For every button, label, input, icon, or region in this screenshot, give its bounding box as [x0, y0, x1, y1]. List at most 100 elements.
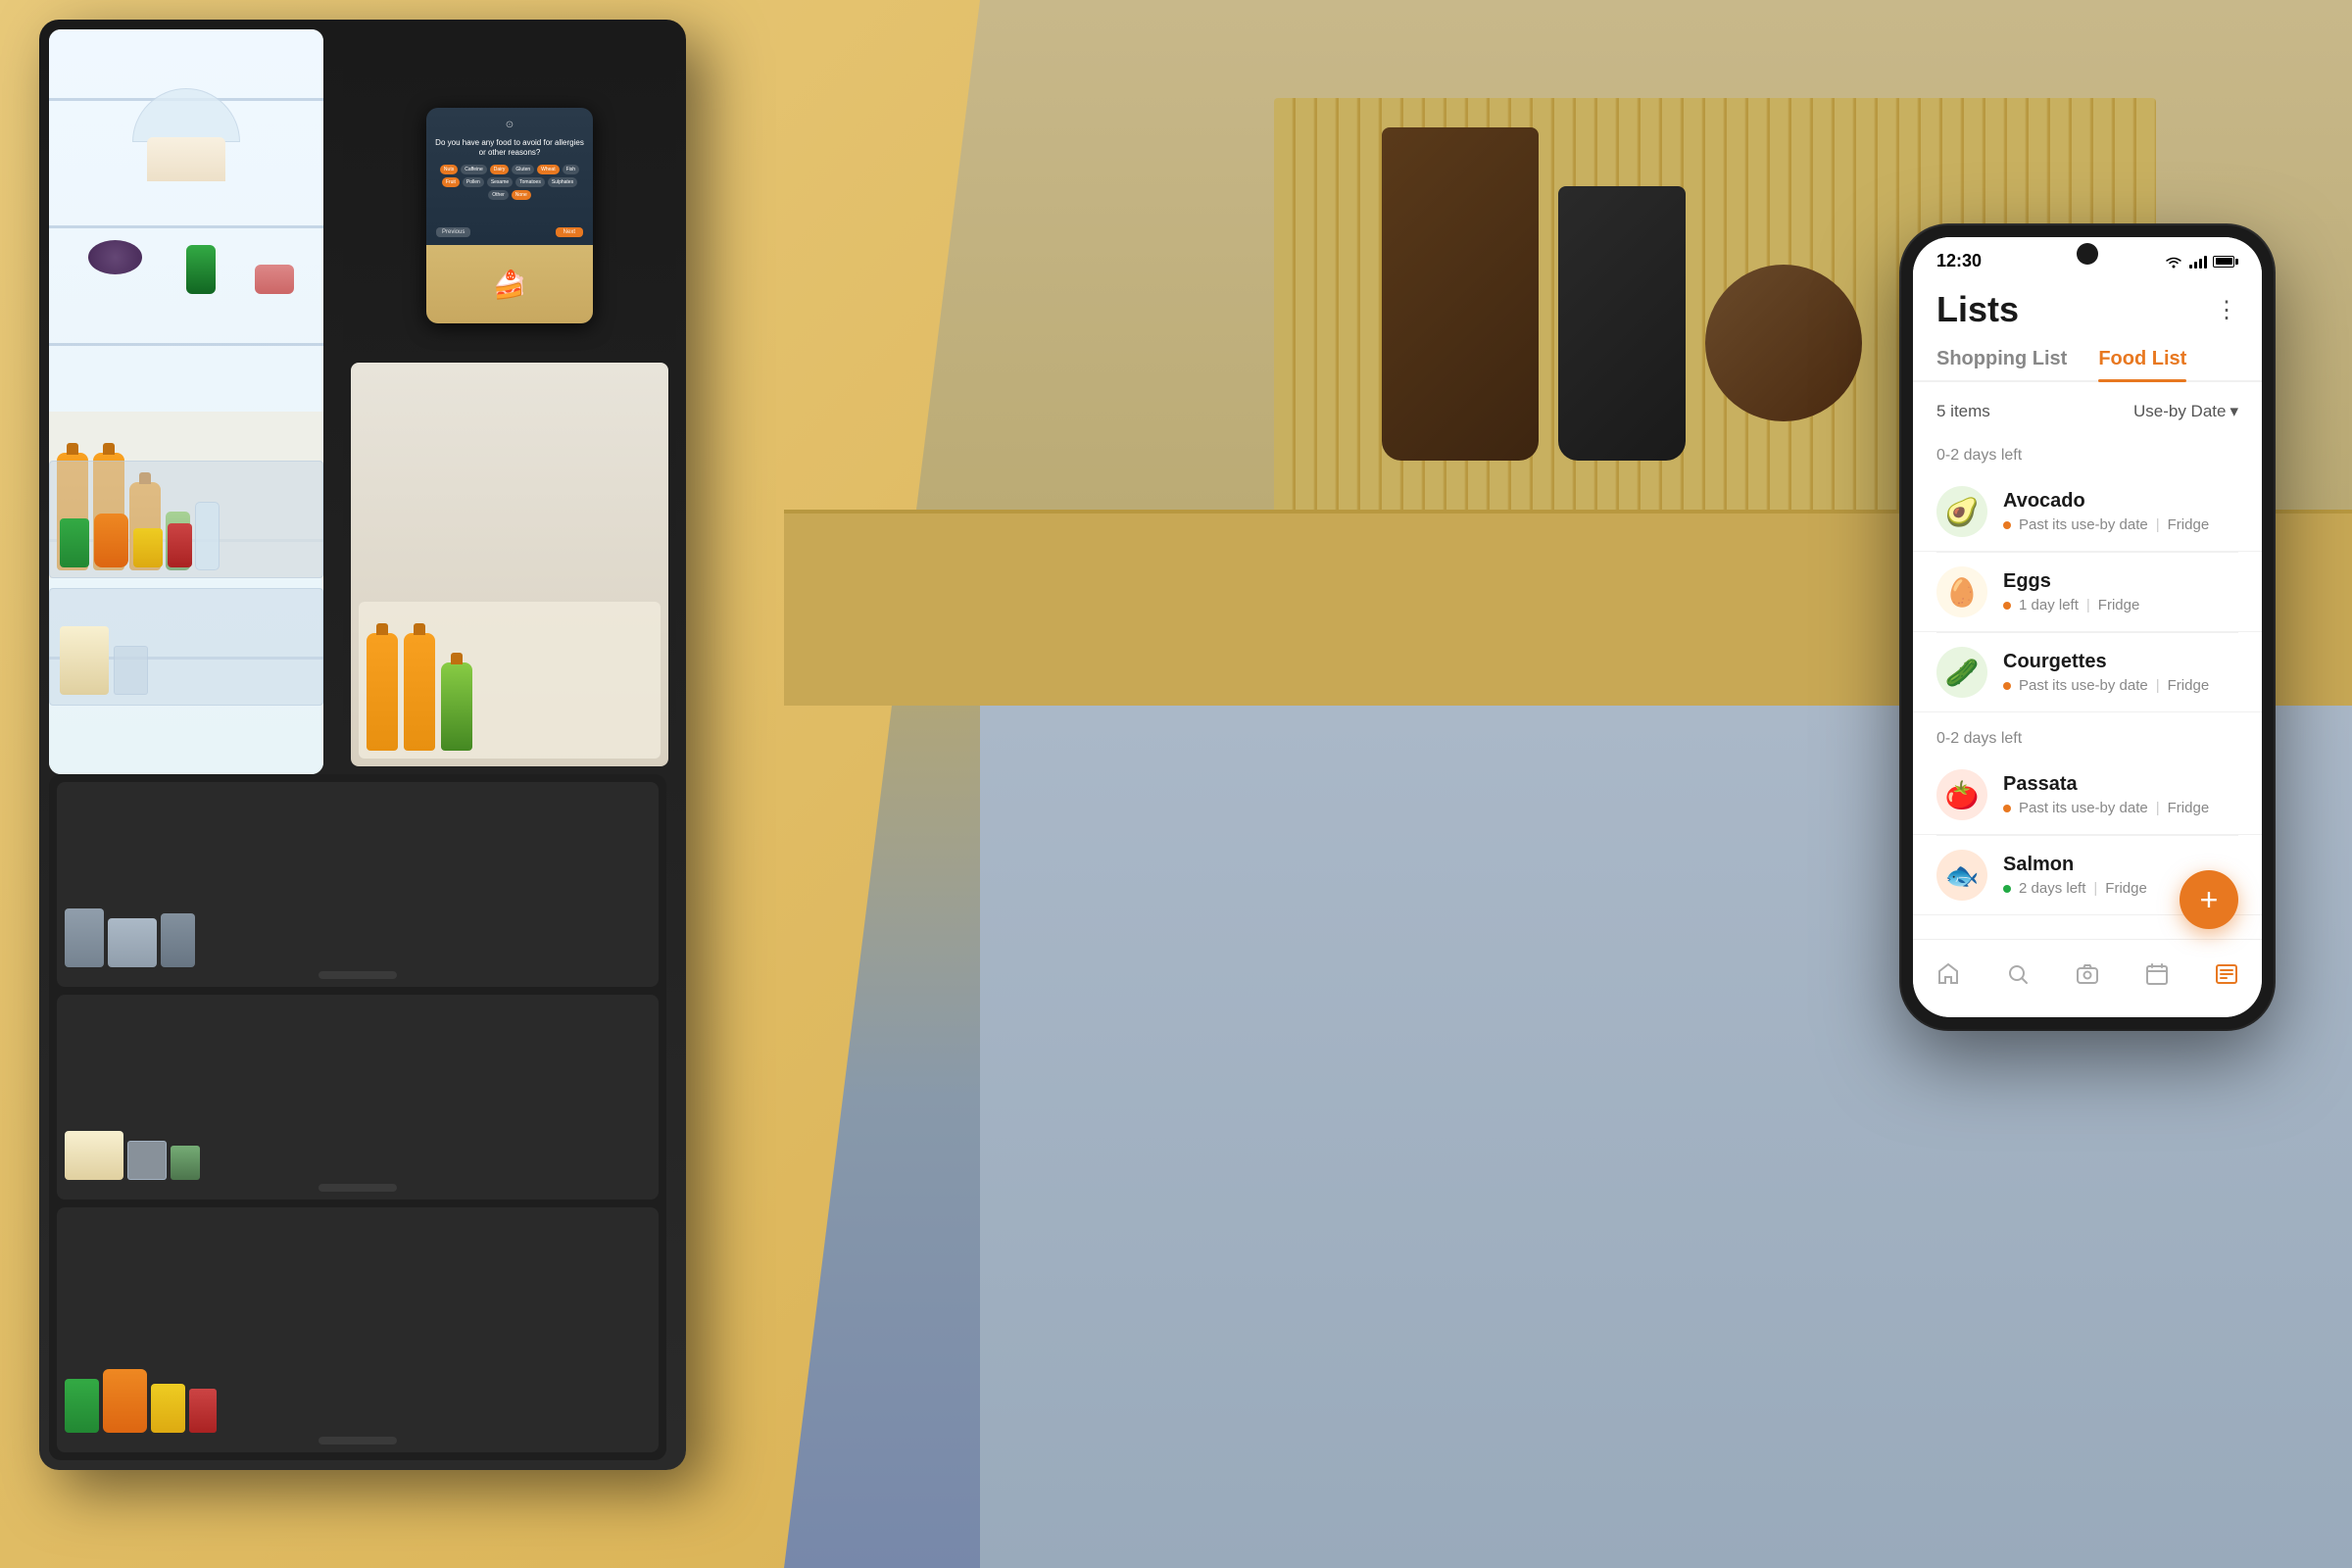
food-item-passata[interactable]: 🍅 Passata Past its use-by date | Fridge: [1913, 756, 2262, 835]
phone-device: 12:30: [1901, 225, 2274, 1029]
allergy-pill-dairy[interactable]: Dairy: [490, 165, 510, 174]
separator-3: |: [2156, 677, 2160, 694]
nav-home[interactable]: [1935, 960, 1962, 988]
cutting-board-round: [1705, 265, 1862, 421]
drawer-food-1: [50, 462, 322, 577]
fridge-right-interior: [351, 363, 668, 766]
allergy-pill-gluten[interactable]: Gluten: [512, 165, 534, 174]
tab-shopping-list[interactable]: Shopping List: [1936, 338, 2067, 380]
search-icon: [2004, 960, 2032, 988]
section-1-label: 0-2 days left: [1913, 437, 2262, 472]
nav-list[interactable]: [2213, 960, 2240, 988]
eggs-location: Fridge: [2098, 597, 2140, 613]
frozen-veg-2: [103, 1369, 147, 1433]
fridge-allergy-question: Do you have any food to avoid for allerg…: [434, 138, 585, 159]
right-bottle-shelf: [359, 602, 661, 759]
frozen-veg-4: [189, 1389, 217, 1433]
food-item-courgettes[interactable]: 🥒 Courgettes Past its use-by date | Frid…: [1913, 633, 2262, 712]
fridge-previous-btn[interactable]: Previous: [436, 227, 470, 237]
cake-stand: [147, 137, 225, 181]
drawer-handle-1: [318, 971, 397, 979]
allergy-pill-fruit[interactable]: Fruit: [442, 177, 460, 187]
avocado-icon: 🥑: [1936, 486, 1987, 537]
eggs-meta: 1 day left | Fridge: [2003, 597, 2238, 613]
chevron-down-icon: ▾: [2230, 402, 2238, 421]
allergy-pill-wheat[interactable]: Wheat: [537, 165, 559, 174]
fridge-display-screen[interactable]: ⊙ Do you have any food to avoid for alle…: [426, 108, 593, 323]
freezer-drawer-2[interactable]: [57, 995, 659, 1200]
more-options-button[interactable]: ⋮: [2215, 296, 2238, 324]
allergy-pill-tomatoes[interactable]: Tomatoes: [515, 177, 545, 187]
phone-wrapper: 12:30: [1901, 225, 2274, 1499]
fridge-screen-nav: Previous Next: [426, 227, 593, 237]
green-jar: [186, 245, 216, 294]
wifi-icon: [2164, 255, 2183, 269]
pink-food: [255, 265, 294, 294]
fridge-food-image: 🍰: [426, 245, 593, 323]
courgettes-status-dot: [2003, 682, 2011, 690]
allergy-pill-sulphates[interactable]: Sulphates: [548, 177, 577, 187]
allergy-pill-fish[interactable]: Fish: [563, 165, 579, 174]
fridge-right-door: ⊙ Do you have any food to avoid for alle…: [343, 29, 676, 774]
sort-button[interactable]: Use-by Date ▾: [2133, 402, 2238, 421]
courgettes-name: Courgettes: [2003, 651, 2238, 673]
list-icon: [2213, 960, 2240, 988]
allergy-pill-sesame[interactable]: Sesame: [487, 177, 513, 187]
courgettes-status: Past its use-by date: [2019, 677, 2148, 694]
freezer-drawer-3[interactable]: [57, 1207, 659, 1453]
avocado-info: Avocado Past its use-by date | Fridge: [2003, 490, 2238, 533]
signal-bars: [2189, 255, 2207, 269]
veg-2: [94, 514, 128, 567]
tab-food-list[interactable]: Food List: [2098, 338, 2186, 380]
refrigerator: ⊙ Do you have any food to avoid for alle…: [39, 20, 725, 1490]
fridge-screen-content: ⊙ Do you have any food to avoid for alle…: [426, 108, 593, 323]
nav-calendar[interactable]: [2143, 960, 2171, 988]
food-item-avocado[interactable]: 🥑 Avocado Past its use-by date | Fridge: [1913, 472, 2262, 552]
add-food-button[interactable]: +: [2180, 870, 2238, 929]
separator-5: |: [2093, 880, 2097, 897]
allergy-pill-none[interactable]: None: [512, 190, 531, 200]
shelf-3: [49, 343, 323, 346]
right-bottle-3: [441, 662, 472, 751]
food-section-1: 0-2 days left 🥑 Avocado Past its use-by …: [1913, 437, 2262, 712]
avocado-location: Fridge: [2168, 516, 2210, 533]
section-2-label: 0-2 days left: [1913, 720, 2262, 756]
red-veg: [168, 523, 192, 567]
courgettes-meta: Past its use-by date | Fridge: [2003, 677, 2238, 694]
battery-icon: [2213, 256, 2238, 268]
separator-2: |: [2086, 597, 2090, 613]
food-item-eggs[interactable]: 🥚 Eggs 1 day left | Fridge: [1913, 553, 2262, 632]
eggs-name: Eggs: [2003, 570, 2238, 593]
allergy-pill-pollen[interactable]: Pollen: [463, 177, 484, 187]
freezer-drawer-1[interactable]: [57, 782, 659, 987]
frozen-item-3: [161, 913, 195, 967]
courgettes-info: Courgettes Past its use-by date | Fridge: [2003, 651, 2238, 694]
home-icon: [1935, 960, 1962, 988]
eggs-icon: 🥚: [1936, 566, 1987, 617]
shelf-2: [49, 225, 323, 228]
app-header: Lists ⋮: [1913, 279, 2262, 338]
veg-1: [60, 518, 89, 567]
nav-camera[interactable]: [2074, 960, 2101, 988]
passata-status-dot: [2003, 805, 2011, 812]
right-bottle-2: [404, 633, 435, 751]
yellow-food: [60, 626, 109, 695]
fridge-freezer: [49, 774, 666, 1460]
salmon-icon: 🐟: [1936, 850, 1987, 901]
dome-cover: [132, 88, 240, 142]
allergy-pill-nuts[interactable]: Nuts: [440, 165, 458, 174]
tab-bar: Shopping List Food List: [1913, 338, 2262, 382]
separator-1: |: [2156, 516, 2160, 533]
frozen-veg-1: [65, 1379, 99, 1433]
nav-search[interactable]: [2004, 960, 2032, 988]
allergy-pill-caffeine[interactable]: Caffeine: [461, 165, 487, 174]
courgettes-location: Fridge: [2168, 677, 2210, 694]
cutting-board-dark: [1382, 127, 1539, 461]
cutting-boards: [1382, 127, 1862, 461]
fridge-next-btn[interactable]: Next: [556, 227, 583, 237]
phone-camera: [2077, 243, 2098, 265]
passata-icon: 🍅: [1936, 769, 1987, 820]
courgette-icon: 🥒: [1936, 647, 1987, 698]
allergy-pill-other[interactable]: Other: [488, 190, 509, 200]
salmon-location: Fridge: [2105, 880, 2147, 897]
